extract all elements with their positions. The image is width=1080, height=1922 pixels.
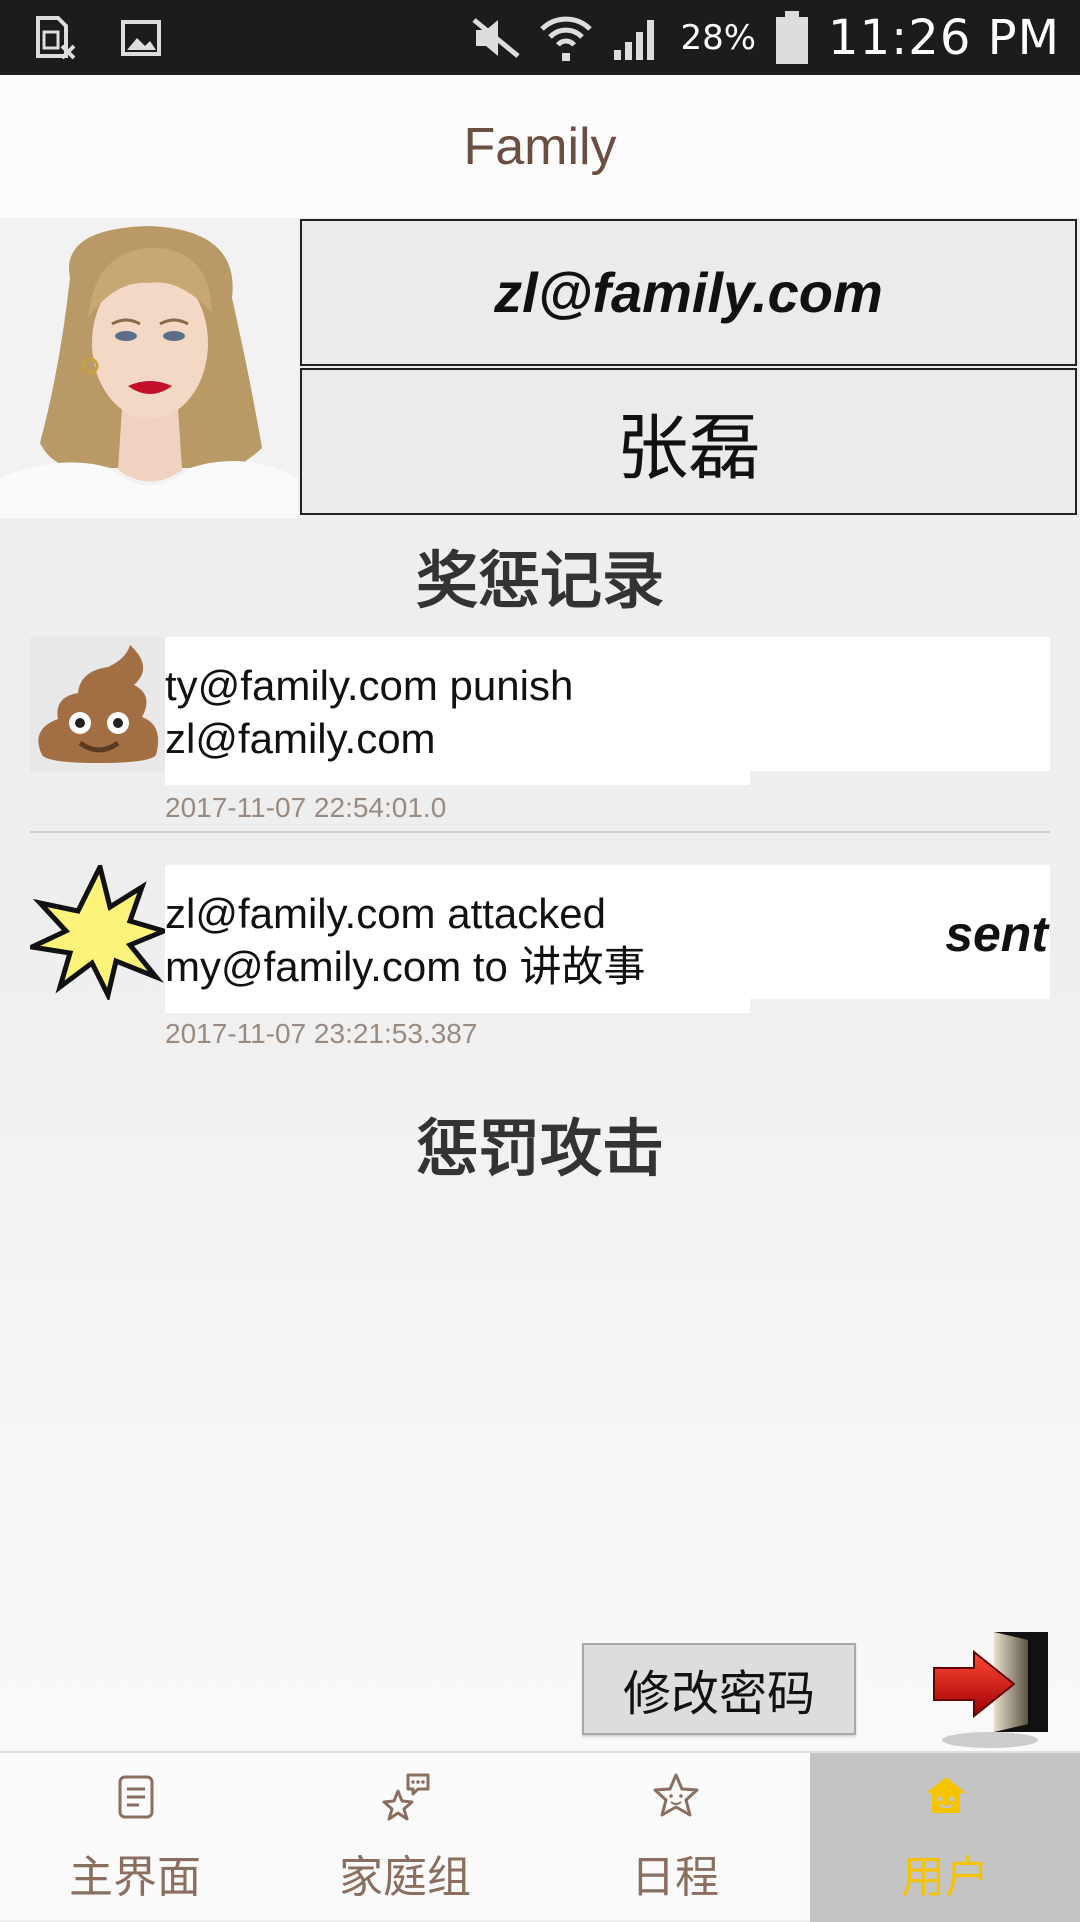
record-divider [30, 831, 1050, 833]
record-time: 2017-11-07 22:54:01.0 [165, 792, 447, 823]
nav-item-schedule[interactable]: 日程 [540, 1753, 810, 1922]
nav-label: 日程 [631, 1852, 719, 1903]
record-message-box: zl@family.com attacked my@family.com to … [165, 865, 1050, 1013]
sim-off-icon [36, 16, 76, 60]
image-icon [121, 20, 161, 56]
battery-percent: 28% [680, 17, 757, 58]
nav-label: 主界面 [69, 1852, 201, 1903]
signal-icon [614, 19, 655, 60]
attack-section-title: 惩罚攻击 [415, 1112, 664, 1185]
page-title: Family [463, 117, 617, 176]
profile-name-box: 张磊 [300, 368, 1077, 515]
logout-icon[interactable] [930, 1628, 1055, 1750]
status-bar: 28% 11:26 PM [0, 0, 1080, 75]
nav-label: 家庭组 [339, 1852, 471, 1903]
change-password-button[interactable]: 修改密码 [582, 1643, 856, 1735]
mute-icon [472, 17, 521, 58]
profile-name: 张磊 [616, 406, 761, 490]
title-bar: Family [0, 75, 1080, 218]
record-time: 2017-11-07 23:21:53.387 [165, 1018, 478, 1049]
profile-email-box: zl@family.com [300, 219, 1077, 366]
wifi-icon [540, 16, 593, 61]
battery-icon [776, 10, 809, 64]
record-message-box: ty@family.com punish zl@family.com [165, 637, 1050, 785]
profile-email: zl@family.com [494, 261, 883, 324]
star-chat-icon [382, 1773, 430, 1821]
poop-icon [30, 637, 165, 772]
nav-item-family-group[interactable]: 家庭组 [270, 1753, 540, 1922]
document-icon [118, 1775, 154, 1819]
avatar[interactable] [0, 218, 298, 518]
nav-item-user[interactable]: 用户 [810, 1753, 1080, 1922]
star-face-icon [653, 1773, 699, 1817]
house-user-icon [926, 1777, 966, 1813]
record-message: zl@family.com attacked my@family.com to … [165, 890, 646, 990]
record-status: sent [945, 906, 1048, 962]
explosion-icon [30, 865, 165, 1000]
nav-item-home[interactable]: 主界面 [0, 1753, 270, 1922]
record-message: ty@family.com punish zl@family.com [165, 662, 574, 762]
records-section-title: 奖惩记录 [415, 544, 664, 617]
bottom-nav: 主界面 家庭组 日程 用户 [0, 1751, 1080, 1922]
clock: 11:26 PM [828, 9, 1060, 66]
nav-label: 用户 [901, 1852, 989, 1903]
